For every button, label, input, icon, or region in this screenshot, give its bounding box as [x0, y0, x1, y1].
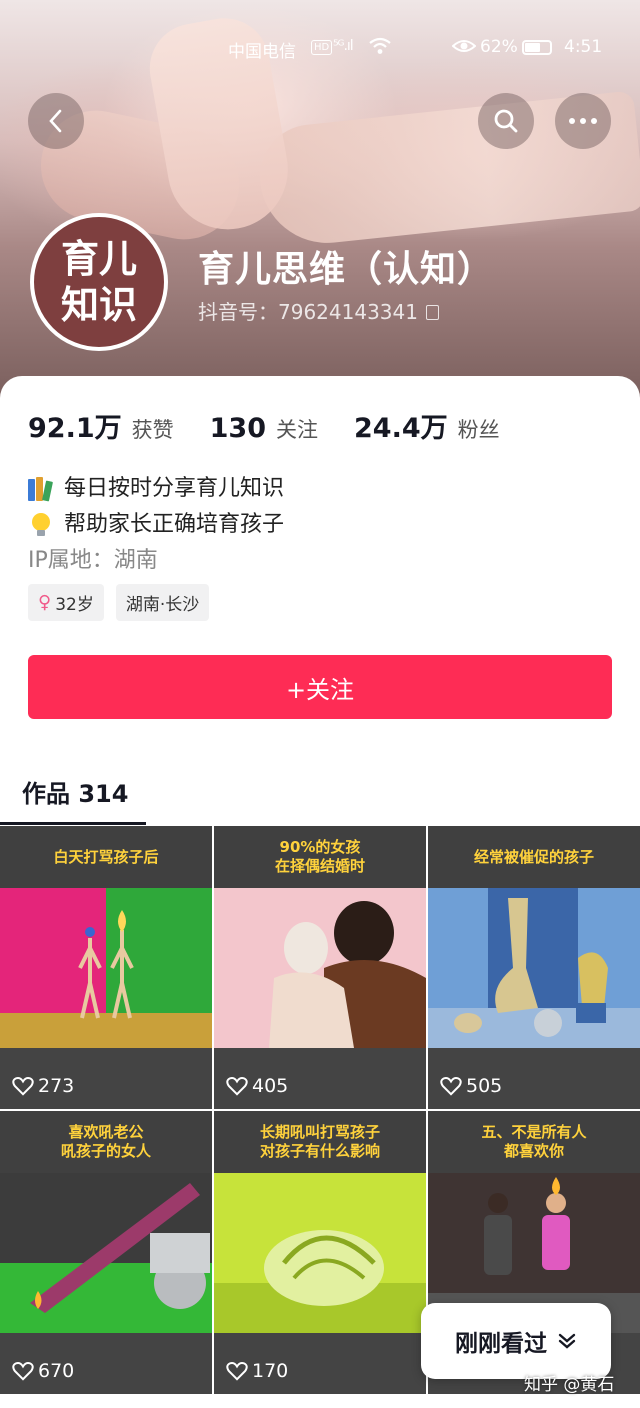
- heart-icon: [226, 1361, 248, 1381]
- video-title: 五、不是所有人 都喜欢你: [428, 1111, 640, 1173]
- bio: 每日按时分享育儿知识 帮助家长正确培育孩子 IP属地：湖南: [28, 471, 284, 579]
- stat-likes[interactable]: 92.1万 获赞: [28, 406, 174, 445]
- signal-icon: ⁵ᴳ.ıl: [333, 38, 354, 54]
- bio-line: 帮助家长正确培育孩子: [28, 507, 284, 543]
- recently-viewed-label: 刚刚看过: [455, 1331, 547, 1357]
- eye-icon: [451, 36, 477, 61]
- chevron-down-icon: [558, 1333, 576, 1349]
- stat-label: 粉丝: [457, 418, 500, 442]
- video-title: 90%的女孩 在择偶结婚时: [214, 826, 426, 888]
- like-count: 273: [12, 1075, 74, 1097]
- more-dots-icon: [569, 118, 597, 124]
- video-tile[interactable]: 长期吼叫打骂孩子 对孩子有什么影响 170: [214, 1111, 426, 1394]
- heart-icon: [12, 1076, 34, 1096]
- recently-viewed-button[interactable]: 刚刚看过: [421, 1303, 611, 1379]
- stat-number: 92.1万: [28, 413, 122, 444]
- profile-name: 育儿思维（认知）: [198, 249, 495, 290]
- like-count-text: 405: [252, 1075, 289, 1097]
- location-text: 湖南·长沙: [125, 595, 200, 615]
- video-title: 白天打骂孩子后: [0, 826, 212, 888]
- video-thumbnail: [428, 888, 640, 1048]
- age-tag: ♀ 32岁: [28, 584, 104, 621]
- stat-following[interactable]: 130 关注: [210, 413, 318, 444]
- stats-row: 92.1万 获赞 130 关注 24.4万 粉丝: [28, 406, 536, 445]
- stat-label: 关注: [276, 418, 318, 442]
- like-count: 405: [226, 1075, 288, 1097]
- profile-tags: ♀ 32岁 湖南·长沙: [28, 584, 221, 621]
- tab-indicator: [0, 822, 146, 825]
- copy-icon[interactable]: [425, 305, 439, 320]
- like-count: 170: [226, 1360, 288, 1382]
- video-tile[interactable]: 90%的女孩 在择偶结婚时 405: [214, 826, 426, 1109]
- hd-badge: HD: [311, 40, 333, 55]
- video-thumbnail: [214, 888, 426, 1048]
- like-count-text: 273: [38, 1075, 75, 1097]
- like-count-text: 170: [252, 1360, 289, 1382]
- stat-number: 24.4万: [354, 413, 448, 444]
- heart-icon: [226, 1076, 248, 1096]
- female-icon: ♀: [38, 592, 52, 613]
- like-count-text: 505: [466, 1075, 503, 1097]
- wifi-icon: [368, 36, 392, 61]
- like-count: 670: [12, 1360, 74, 1382]
- follow-button[interactable]: +关注: [28, 655, 612, 719]
- avatar-text: 知识: [60, 283, 137, 327]
- lightbulb-icon: [28, 511, 54, 539]
- status-bar: 中国电信 HD ⁵ᴳ.ıl 62% 4:51: [0, 34, 640, 62]
- like-count: 505: [440, 1075, 502, 1097]
- video-title: 喜欢吼老公 吼孩子的女人: [0, 1111, 212, 1173]
- chevron-left-icon: [49, 109, 62, 133]
- carrier-name: 中国电信: [228, 42, 296, 62]
- bio-line: 每日按时分享育儿知识: [28, 471, 284, 507]
- video-title: 长期吼叫打骂孩子 对孩子有什么影响: [214, 1111, 426, 1173]
- avatar-text: 育儿: [60, 237, 137, 281]
- bio-text: 每日按时分享育儿知识: [64, 476, 285, 501]
- douyin-id[interactable]: 抖音号：79624143341: [198, 296, 439, 325]
- video-thumbnail: [0, 1173, 212, 1333]
- profile-card: 92.1万 获赞 130 关注 24.4万 粉丝 每日按时分享育儿知识 帮助家长…: [0, 376, 640, 1408]
- watermark: 知乎 @黄石: [524, 1375, 615, 1395]
- ip-location: IP属地：湖南: [28, 548, 158, 573]
- video-tile[interactable]: 喜欢吼老公 吼孩子的女人 670: [0, 1111, 212, 1394]
- video-title: 经常被催促的孩子: [428, 826, 640, 888]
- more-button[interactable]: [555, 93, 611, 149]
- clock-time: 4:51: [564, 37, 603, 57]
- books-icon: [28, 477, 54, 502]
- back-button[interactable]: [28, 93, 84, 149]
- video-thumbnail: [0, 888, 212, 1048]
- location-tag: 湖南·长沙: [115, 584, 210, 621]
- video-tile[interactable]: 白天打骂孩子后 273: [0, 826, 212, 1109]
- video-thumbnail: [214, 1173, 426, 1333]
- avatar[interactable]: 育儿 知识: [30, 213, 168, 351]
- stat-label: 获赞: [131, 418, 174, 442]
- like-count-text: 670: [38, 1360, 75, 1382]
- battery-percent: 62%: [480, 37, 518, 57]
- stat-followers[interactable]: 24.4万 粉丝: [354, 406, 500, 445]
- stat-number: 130: [209, 413, 266, 444]
- douyin-id-text: 抖音号：79624143341: [198, 300, 418, 324]
- battery-fill: [525, 43, 540, 52]
- search-icon: [494, 109, 518, 133]
- battery-icon: [522, 40, 552, 55]
- heart-icon: [12, 1361, 34, 1381]
- age-text: 32岁: [55, 595, 94, 615]
- heart-icon: [440, 1076, 462, 1096]
- bio-text: 帮助家长正确培育孩子: [64, 512, 285, 537]
- search-button[interactable]: [478, 93, 534, 149]
- video-tile[interactable]: 经常被催促的孩子 505: [428, 826, 640, 1109]
- tab-works[interactable]: 作品 314: [22, 774, 128, 809]
